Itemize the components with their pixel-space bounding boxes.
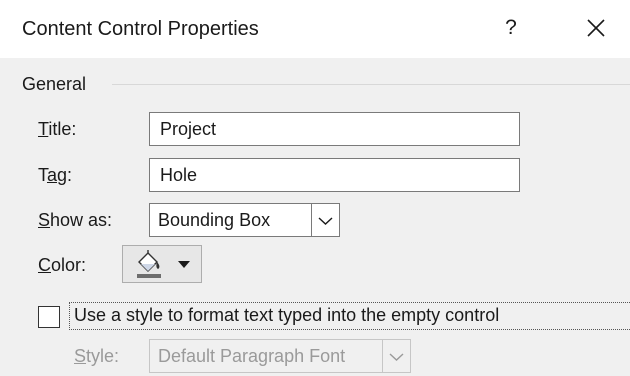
color-label-mnemonic: C [38, 255, 51, 275]
tag-input[interactable]: Hole [149, 158, 520, 192]
show-as-label: Show as: [38, 208, 112, 232]
tag-label-mnemonic: a [47, 165, 58, 185]
dropdown-triangle-icon [178, 261, 190, 268]
show-as-dropdown-button[interactable] [311, 204, 339, 236]
color-label-rest: olor: [51, 255, 87, 275]
show-as-label-mnemonic: S [38, 210, 51, 230]
general-group-label: General [22, 74, 87, 94]
title-label-rest: itle: [48, 119, 77, 139]
tag-label-rest: g: [57, 165, 73, 185]
title-input[interactable]: Project [149, 112, 520, 146]
dialog-title: Content Control Properties [22, 18, 259, 40]
use-style-checkbox[interactable] [38, 306, 60, 328]
title-label: Title: [38, 117, 76, 141]
help-button[interactable]: ? [496, 13, 526, 43]
show-as-value: Bounding Box [158, 210, 271, 230]
use-style-checkbox-label[interactable]: Use a style to format text typed into th… [74, 303, 630, 327]
color-picker-button[interactable] [122, 245, 202, 283]
close-button[interactable] [580, 12, 612, 44]
style-label-rest: tyle: [86, 346, 120, 366]
paint-bucket-icon [137, 250, 161, 278]
style-select[interactable]: Default Paragraph Font [149, 339, 411, 373]
style-value: Default Paragraph Font [158, 346, 346, 366]
title-bar: Content Control Properties ? [0, 0, 630, 58]
tag-label: Tag: [38, 163, 72, 187]
use-style-label-mnemonic: U [74, 305, 87, 325]
tag-label-pre: T [38, 165, 47, 185]
show-as-label-rest: how as: [50, 210, 113, 230]
style-dropdown-button[interactable] [382, 340, 410, 372]
style-label: Style: [74, 344, 119, 368]
color-label: Color: [38, 253, 86, 277]
use-style-label-rest: se a style to format text typed into the… [87, 305, 500, 325]
group-divider [112, 84, 630, 85]
chevron-down-icon [389, 353, 404, 361]
show-as-select[interactable]: Bounding Box [149, 203, 340, 237]
style-label-mnemonic: S [74, 346, 87, 366]
title-label-mnemonic: T [38, 119, 49, 139]
content-control-properties-dialog: Content Control Properties ? General Tit… [0, 0, 630, 376]
chevron-down-icon [318, 217, 333, 225]
close-icon [587, 19, 605, 37]
